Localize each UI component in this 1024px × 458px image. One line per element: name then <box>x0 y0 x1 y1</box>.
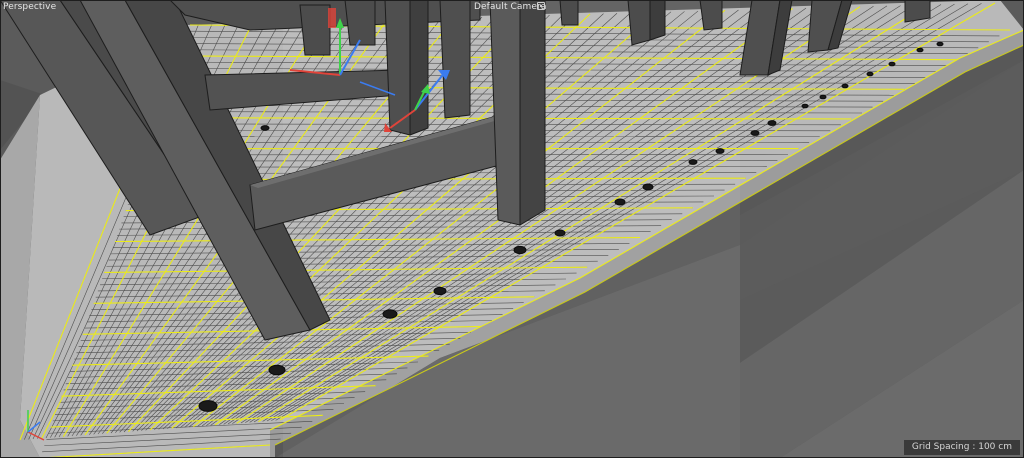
camera-icon[interactable] <box>537 2 545 10</box>
view-name-label[interactable]: Perspective <box>3 2 56 12</box>
drain-icon <box>433 286 447 296</box>
viewport-scene[interactable] <box>0 0 1024 458</box>
drain-icon <box>198 400 218 412</box>
drain-icon <box>554 229 566 237</box>
drain-icon <box>260 125 270 131</box>
drain-icon <box>866 71 874 77</box>
drain-icon <box>382 309 398 319</box>
drain-icon <box>715 148 725 154</box>
drain-icon <box>642 183 654 191</box>
drain-icon <box>688 159 698 165</box>
drain-icon <box>888 61 896 67</box>
3d-viewport[interactable]: Perspective Default Camera Grid Spacing … <box>0 0 1024 458</box>
drain-icon <box>819 94 827 100</box>
camera-name-label[interactable]: Default Camera <box>474 2 546 12</box>
grid-spacing-readout: Grid Spacing : 100 cm <box>903 440 1020 455</box>
drain-icon <box>767 120 777 126</box>
drain-icon <box>936 41 944 47</box>
drain-icon <box>801 103 809 109</box>
drain-icon <box>268 364 286 376</box>
drain-icon <box>841 83 849 89</box>
post-d[interactable] <box>344 0 376 46</box>
post-c[interactable] <box>299 4 331 56</box>
drain-icon <box>614 198 626 206</box>
post-far-1[interactable] <box>627 0 651 46</box>
drain-icon <box>750 130 760 136</box>
post-b[interactable] <box>439 0 471 119</box>
drain-icon <box>513 245 527 255</box>
drain-icon <box>916 47 924 53</box>
